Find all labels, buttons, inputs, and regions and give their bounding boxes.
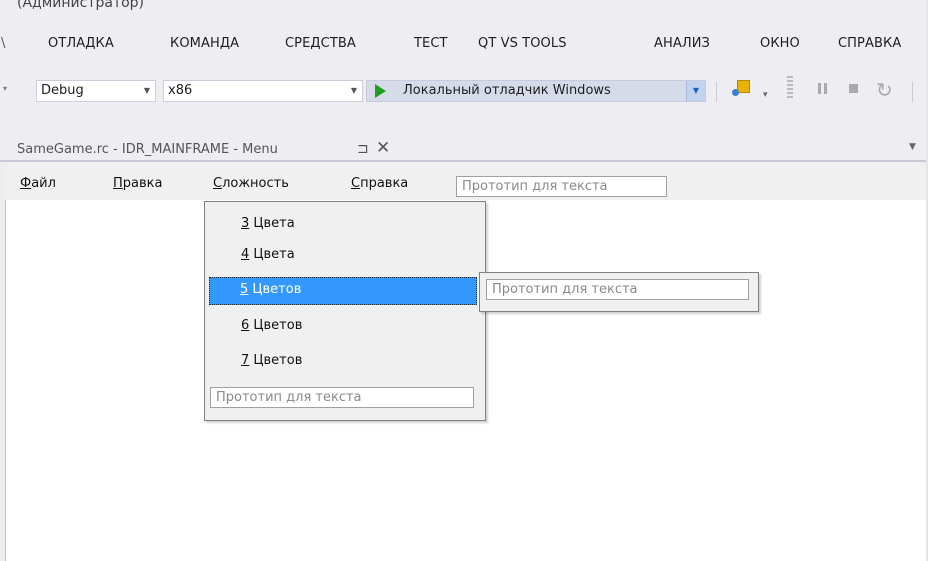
- main-menu-bar: \ ОТЛАДКА КОМАНДА СРЕДСТВА ТЕСТ QT VS TO…: [0, 36, 928, 58]
- stop-icon[interactable]: [849, 84, 858, 93]
- platform-combo[interactable]: x86 ▼: [163, 80, 363, 102]
- dropdown-item-6-colors[interactable]: 6 Цветов: [241, 318, 302, 333]
- designer-menu-file[interactable]: Файл: [20, 176, 56, 191]
- close-icon[interactable]: ✕: [376, 138, 390, 158]
- chevron-down-icon[interactable]: ▼: [139, 81, 155, 101]
- search-icon: [732, 89, 739, 96]
- tab-overflow-icon[interactable]: ▼: [909, 142, 916, 152]
- menu-item-test[interactable]: ТЕСТ: [414, 36, 448, 51]
- menu-item-qt-vs-tools[interactable]: QT VS TOOLS: [478, 36, 567, 51]
- start-debugging-label: Локальный отладчик Windows: [403, 83, 611, 98]
- toolbar-gripper[interactable]: [787, 76, 793, 100]
- chevron-down-icon[interactable]: ▼: [346, 81, 362, 101]
- pause-icon[interactable]: [818, 83, 821, 94]
- document-tab-title: SameGame.rc - IDR_MAINFRAME - Menu: [17, 142, 278, 157]
- play-icon: [375, 84, 386, 98]
- toolbar-separator: [716, 82, 717, 102]
- document-tab[interactable]: SameGame.rc - IDR_MAINFRAME - Menu ⊐ ✕: [0, 138, 445, 160]
- menu-prototype-input[interactable]: Прототип для текста: [456, 176, 667, 197]
- pin-icon[interactable]: ⊐: [357, 141, 369, 157]
- dropdown-item-3-colors[interactable]: 3 Цвета: [241, 216, 295, 231]
- configuration-value: Debug: [41, 83, 84, 98]
- designer-menu-difficulty[interactable]: Сложность: [213, 176, 289, 191]
- menu-item-tools[interactable]: СРЕДСТВА: [285, 36, 356, 51]
- pause-icon-bar: [824, 83, 827, 94]
- start-debugging-button[interactable]: Локальный отладчик Windows ▼: [366, 80, 706, 102]
- dropdown-item-4-colors[interactable]: 4 Цвета: [241, 247, 295, 262]
- designer-menu-edit[interactable]: Правка: [113, 176, 162, 191]
- toolbar-separator: [912, 82, 913, 102]
- submenu-prototype-input[interactable]: Прототип для текста: [486, 279, 749, 300]
- window-title: (Администратор): [17, 0, 145, 11]
- menu-item-help[interactable]: СПРАВКА: [838, 36, 901, 51]
- standard-toolbar: ▾ Debug ▼ x86 ▼ Локальный отладчик Windo…: [0, 70, 928, 104]
- menu-item-team[interactable]: КОМАНДА: [170, 36, 239, 51]
- menu-item-debug[interactable]: ОТЛАДКА: [48, 36, 114, 51]
- tab-divider: [0, 160, 928, 162]
- menu-item-cut-off[interactable]: \: [1, 36, 5, 51]
- chevron-down-icon[interactable]: ▼: [686, 81, 705, 101]
- toolbar-overflow-icon[interactable]: ▾: [3, 84, 7, 93]
- dropdown-item-7-colors[interactable]: 7 Цветов: [241, 353, 302, 368]
- menu-item-analyze[interactable]: АНАЛИЗ: [654, 36, 710, 51]
- configuration-combo[interactable]: Debug ▼: [36, 80, 156, 102]
- dropdown-prototype-input[interactable]: Прототип для текста: [210, 387, 474, 408]
- designer-menu-help[interactable]: Справка: [351, 176, 408, 191]
- menu-item-window[interactable]: ОКНО: [760, 36, 800, 51]
- restart-icon[interactable]: ↻: [876, 78, 893, 102]
- platform-value: x86: [168, 83, 193, 98]
- toolbar-options-icon[interactable]: ▾: [763, 90, 768, 100]
- dropdown-item-5-colors[interactable]: 5 Цветов: [240, 282, 301, 297]
